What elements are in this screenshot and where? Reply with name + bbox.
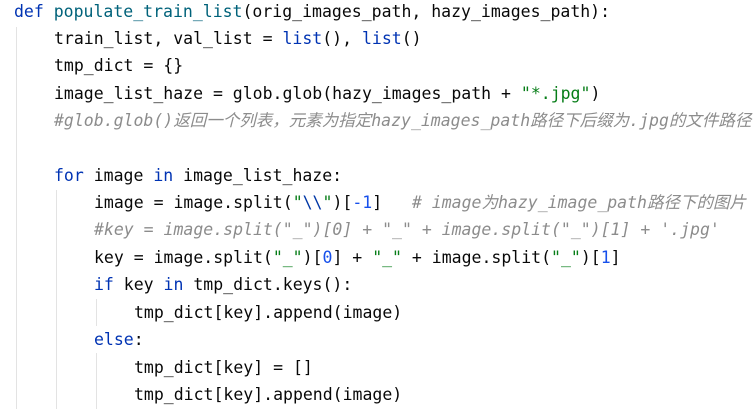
indent-guide xyxy=(56,190,57,409)
code-text: tmp_dict[key].append(image) xyxy=(134,385,403,404)
string-literal: "_" xyxy=(272,248,303,267)
keyword: def xyxy=(14,2,44,21)
inline-comment: # image为hazy_image_path路径下的图片 xyxy=(411,193,746,212)
number-literal: 1 xyxy=(600,248,611,267)
code-text: + image.split( xyxy=(402,248,552,267)
code-text: key xyxy=(113,275,164,294)
code-text: ] xyxy=(372,193,412,212)
code-line[interactable]: else: xyxy=(94,326,144,353)
code-text: () xyxy=(401,29,422,48)
string-literal: "_" xyxy=(551,248,581,267)
code-line[interactable]: tmp_dict = {} xyxy=(54,52,183,79)
code-text: image_list_haze: xyxy=(173,166,343,185)
code-text: tmp_dict.keys(): xyxy=(183,275,353,294)
keyword: in xyxy=(153,166,174,185)
indent-guide xyxy=(96,299,97,326)
indent-guide xyxy=(96,353,97,409)
code-text: ) xyxy=(590,84,601,103)
function-name: populate_train_list xyxy=(53,2,243,21)
code-line[interactable]: tmp_dict[key].append(image) xyxy=(134,381,402,408)
keyword: else xyxy=(94,330,134,349)
code-text: : xyxy=(133,330,144,349)
code-text: ] + xyxy=(332,248,373,267)
code-text: )[ xyxy=(332,193,353,212)
string-literal: " xyxy=(292,193,303,212)
code-text: (), xyxy=(322,29,362,48)
code-comment[interactable]: #glob.glob()返回一个列表，元素为指定hazy_images_path… xyxy=(54,107,751,134)
code-line[interactable]: image = image.split("\\")[-1] # image为ha… xyxy=(94,189,746,216)
code-text: tmp_dict[key].append(image) xyxy=(134,303,403,322)
code-line[interactable]: tmp_dict[key] = [] xyxy=(134,354,313,381)
code-comment[interactable]: #key = image.split("_")[0] + "_" + image… xyxy=(94,216,720,243)
code-text: )[ xyxy=(580,248,601,267)
keyword: if xyxy=(94,275,114,294)
code-text: tmp_dict[key] = [] xyxy=(134,358,313,377)
code-line[interactable]: image_list_haze = glob.glob(hazy_images_… xyxy=(54,80,600,107)
number-literal: 0 xyxy=(322,248,333,267)
indent-guide xyxy=(16,27,17,409)
code-line[interactable]: def populate_train_list(orig_images_path… xyxy=(14,0,610,25)
code-text: )[ xyxy=(302,248,323,267)
code-text: tmp_dict = {} xyxy=(54,56,184,75)
keyword: in xyxy=(163,275,184,294)
code-text: ] xyxy=(610,248,621,267)
code-text: train_list, val_list = xyxy=(54,29,283,48)
code-line[interactable]: if key in tmp_dict.keys(): xyxy=(94,271,352,298)
code-line[interactable]: for image in image_list_haze: xyxy=(54,162,342,189)
escape-sequence: \\ xyxy=(302,193,323,212)
code-line[interactable]: train_list, val_list = list(), list() xyxy=(54,25,422,52)
comment-text: #glob.glob()返回一个列表，元素为指定hazy_images_path… xyxy=(54,111,752,130)
code-line[interactable]: tmp_dict[key].append(image) xyxy=(134,299,402,326)
code-line[interactable]: key = image.split("_")[0] + "_" + image.… xyxy=(94,244,621,271)
comment-text: #key = image.split("_")[0] + "_" + image… xyxy=(94,220,720,239)
builtin: list xyxy=(282,29,323,48)
code-text: image = image.split( xyxy=(94,193,293,212)
code-text: key = image.split( xyxy=(94,248,273,267)
code-editor[interactable]: def populate_train_list(orig_images_path… xyxy=(0,0,755,409)
string-literal: " xyxy=(322,193,333,212)
code-text: (orig_images_path, hazy_images_path): xyxy=(242,2,611,21)
keyword: for xyxy=(54,166,84,185)
builtin: list xyxy=(361,29,402,48)
code-text: image_list_haze = glob.glob(hazy_images_… xyxy=(54,84,521,103)
string-literal: "_" xyxy=(372,248,402,267)
string-literal: "*.jpg" xyxy=(520,84,591,103)
number-literal: -1 xyxy=(352,193,373,212)
code-text: image xyxy=(83,166,154,185)
